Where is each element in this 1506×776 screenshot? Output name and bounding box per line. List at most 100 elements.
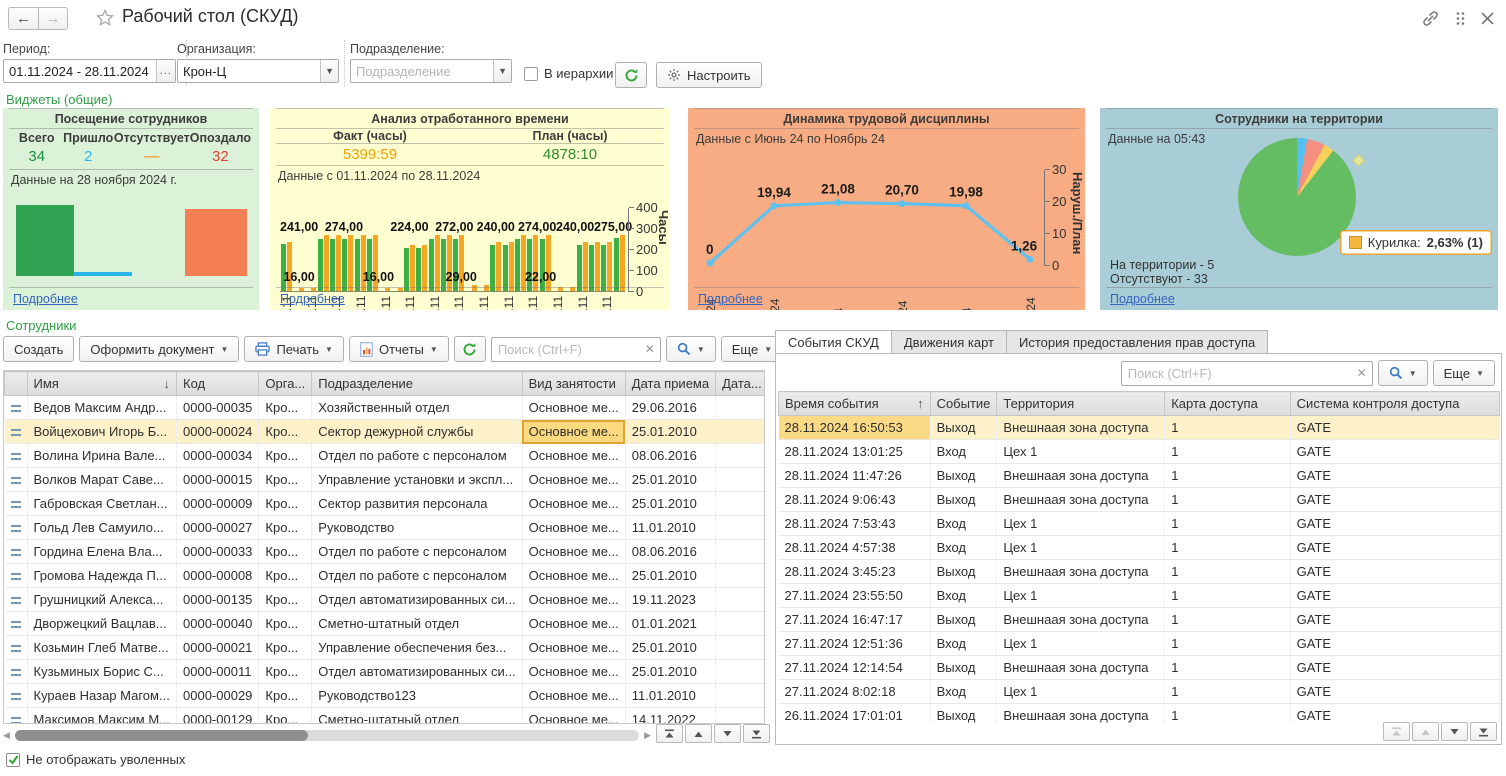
table-row[interactable]: 28.11.2024 7:53:43ВходЦех 11GATE — [779, 512, 1500, 536]
hide-fired-checkbox-box[interactable] — [6, 753, 20, 767]
attendance-stat: Опоздало32 — [190, 131, 251, 165]
go-first-button[interactable] — [1383, 722, 1410, 741]
svg-text:1,26: 1,26 — [1011, 238, 1038, 253]
go-next-button[interactable] — [1441, 722, 1468, 741]
go-last-button[interactable] — [743, 724, 770, 743]
table-row[interactable]: 28.11.2024 3:45:23ВыходВнешнаая зона дос… — [779, 560, 1500, 584]
table-row[interactable]: Громова Надежда П...0000-00008Кро...Отде… — [5, 564, 766, 588]
scroll-left-icon[interactable]: ◀ — [3, 730, 15, 741]
hierarchy-checkbox-box[interactable] — [524, 67, 538, 81]
favorite-star-icon[interactable] — [95, 8, 115, 28]
column-header[interactable] — [5, 372, 28, 396]
column-header[interactable]: Подразделение — [312, 372, 522, 396]
discipline-more-link[interactable]: Подробнее — [698, 292, 763, 306]
table-row[interactable]: Максимов Максим М...0000-00129Кро...Смет… — [5, 708, 766, 725]
forward-button[interactable]: → — [38, 7, 68, 30]
table-row[interactable]: 28.11.2024 13:01:25ВходЦех 11GATE — [779, 440, 1500, 464]
table-row[interactable]: Волина Ирина Вале...0000-00034Кро...Отде… — [5, 444, 766, 468]
scroll-thumb[interactable] — [15, 730, 308, 741]
table-row[interactable]: Гордина Елена Вла...0000-00033Кро...Отде… — [5, 540, 766, 564]
dept-dropdown-arrow[interactable]: ▼ — [493, 60, 511, 82]
close-icon[interactable] — [1481, 12, 1494, 25]
table-row[interactable]: Габровская Светлан...0000-00009Кро...Сек… — [5, 492, 766, 516]
events-search-button[interactable]: ▼ — [1378, 360, 1428, 386]
column-header[interactable]: Событие — [930, 392, 997, 416]
org-field[interactable]: ▼ — [177, 59, 339, 83]
column-header[interactable]: Код — [177, 372, 259, 396]
employees-refresh-button[interactable] — [454, 336, 486, 362]
table-row[interactable]: 27.11.2024 12:14:54ВыходВнешнаая зона до… — [779, 656, 1500, 680]
column-header[interactable]: Вид занятости — [522, 372, 625, 396]
employees-search-field[interactable]: ✕ — [491, 337, 661, 362]
attendance-more-link[interactable]: Подробнее — [13, 292, 78, 306]
employees-search-button[interactable]: ▼ — [666, 336, 716, 362]
link-icon[interactable] — [1421, 9, 1440, 28]
dept-field[interactable]: ▼ — [350, 59, 512, 83]
clear-search-icon[interactable]: ✕ — [1352, 366, 1372, 380]
employees-search-input[interactable] — [492, 342, 640, 357]
table-row[interactable]: 28.11.2024 4:57:38ВходЦех 11GATE — [779, 536, 1500, 560]
column-header[interactable]: Территория — [997, 392, 1165, 416]
clear-search-icon[interactable]: ✕ — [640, 342, 660, 356]
employees-more-button[interactable]: Еще▼ — [721, 336, 783, 362]
events-search-field[interactable]: ✕ — [1121, 361, 1373, 386]
table-row[interactable]: Козьмин Глеб Матве...0000-00021Кро...Упр… — [5, 636, 766, 660]
hierarchy-checkbox[interactable]: В иерархии — [524, 66, 613, 81]
refresh-button[interactable] — [615, 62, 647, 88]
go-last-button[interactable] — [1470, 722, 1497, 741]
events-table: Время события↑СобытиеТерриторияКарта дос… — [778, 391, 1500, 723]
column-header[interactable]: Имя↓ — [27, 372, 177, 396]
table-row[interactable]: Войцехович Игорь Б...0000-00024Кро...Сек… — [5, 420, 766, 444]
table-row[interactable]: 27.11.2024 23:55:50ВходЦех 11GATE — [779, 584, 1500, 608]
column-header[interactable]: Дата приема — [625, 372, 715, 396]
employees-hscrollbar[interactable]: ◀ ▶ — [3, 727, 651, 743]
dept-input[interactable] — [351, 60, 493, 82]
table-row[interactable]: 28.11.2024 11:47:26ВыходВнешнаая зона до… — [779, 464, 1500, 488]
column-header[interactable]: Карта доступа — [1165, 392, 1290, 416]
period-picker-button[interactable]: ... — [156, 60, 175, 82]
go-prev-button[interactable] — [1412, 722, 1439, 741]
more-menu-icon[interactable] — [1456, 11, 1465, 26]
table-row[interactable]: Волков Марат Саве...0000-00015Кро...Упра… — [5, 468, 766, 492]
table-row[interactable]: 26.11.2024 17:01:01ВыходВнешнаая зона до… — [779, 704, 1500, 724]
territory-more-link[interactable]: Подробнее — [1110, 292, 1175, 306]
reports-button[interactable]: Отчеты▼ — [349, 336, 449, 362]
worked-time-more-link[interactable]: Подробнее — [280, 292, 345, 306]
events-search-input[interactable] — [1122, 366, 1352, 381]
column-header[interactable]: Система контроля доступа — [1290, 392, 1499, 416]
go-next-button[interactable] — [714, 724, 741, 743]
hide-fired-checkbox[interactable]: Не отображать уволенных — [6, 752, 185, 767]
go-prev-button[interactable] — [685, 724, 712, 743]
org-input[interactable] — [178, 60, 320, 82]
column-header[interactable]: Орга... — [259, 372, 312, 396]
table-row[interactable]: 28.11.2024 16:50:53ВыходВнешнаая зона до… — [779, 416, 1500, 440]
scroll-right-icon[interactable]: ▶ — [639, 730, 651, 741]
print-button[interactable]: Печать▼ — [244, 336, 344, 362]
table-row[interactable]: Гольд Лев Самуило...0000-00027Кро...Руко… — [5, 516, 766, 540]
tab-card-movements[interactable]: Движения карт — [891, 330, 1007, 354]
org-dropdown-arrow[interactable]: ▼ — [320, 60, 338, 82]
table-row[interactable]: 27.11.2024 12:51:36ВходЦех 11GATE — [779, 632, 1500, 656]
table-row[interactable]: Ведов Максим Андр...0000-00035Кро...Хозя… — [5, 396, 766, 420]
create-button[interactable]: Создать — [3, 336, 74, 362]
column-header[interactable]: Время события↑ — [779, 392, 931, 416]
go-first-button[interactable] — [656, 724, 683, 743]
table-row[interactable]: Грушницкий Алекса...0000-00135Кро...Отде… — [5, 588, 766, 612]
events-more-button[interactable]: Еще▼ — [1433, 360, 1495, 386]
table-row[interactable]: 28.11.2024 9:06:43ВыходВнешнаая зона дос… — [779, 488, 1500, 512]
table-row[interactable]: 27.11.2024 8:02:18ВходЦех 11GATE — [779, 680, 1500, 704]
table-row[interactable]: Кураев Назар Магом...0000-00029Кро...Рук… — [5, 684, 766, 708]
tab-skud-events[interactable]: События СКУД — [775, 330, 892, 354]
period-input[interactable] — [4, 60, 156, 82]
table-row[interactable]: Дворжецкий Вацлав...0000-00040Кро...Смет… — [5, 612, 766, 636]
tab-access-rights-history[interactable]: История предоставления прав доступа — [1006, 330, 1268, 354]
table-row[interactable]: 27.11.2024 16:47:17ВыходВнешнаая зона до… — [779, 608, 1500, 632]
back-button[interactable]: ← — [8, 7, 38, 30]
column-header[interactable]: Дата... — [716, 372, 765, 396]
attendance-stats: Всего34Пришло2Отсутствует—Опоздало32 — [11, 131, 251, 165]
period-field[interactable]: ... — [3, 59, 176, 83]
make-document-button[interactable]: Оформить документ▼ — [79, 336, 239, 362]
table-row[interactable]: Кузьминых Борис С...0000-00011Кро...Отде… — [5, 660, 766, 684]
configure-button[interactable]: Настроить — [656, 62, 762, 88]
scroll-track[interactable] — [15, 730, 639, 741]
